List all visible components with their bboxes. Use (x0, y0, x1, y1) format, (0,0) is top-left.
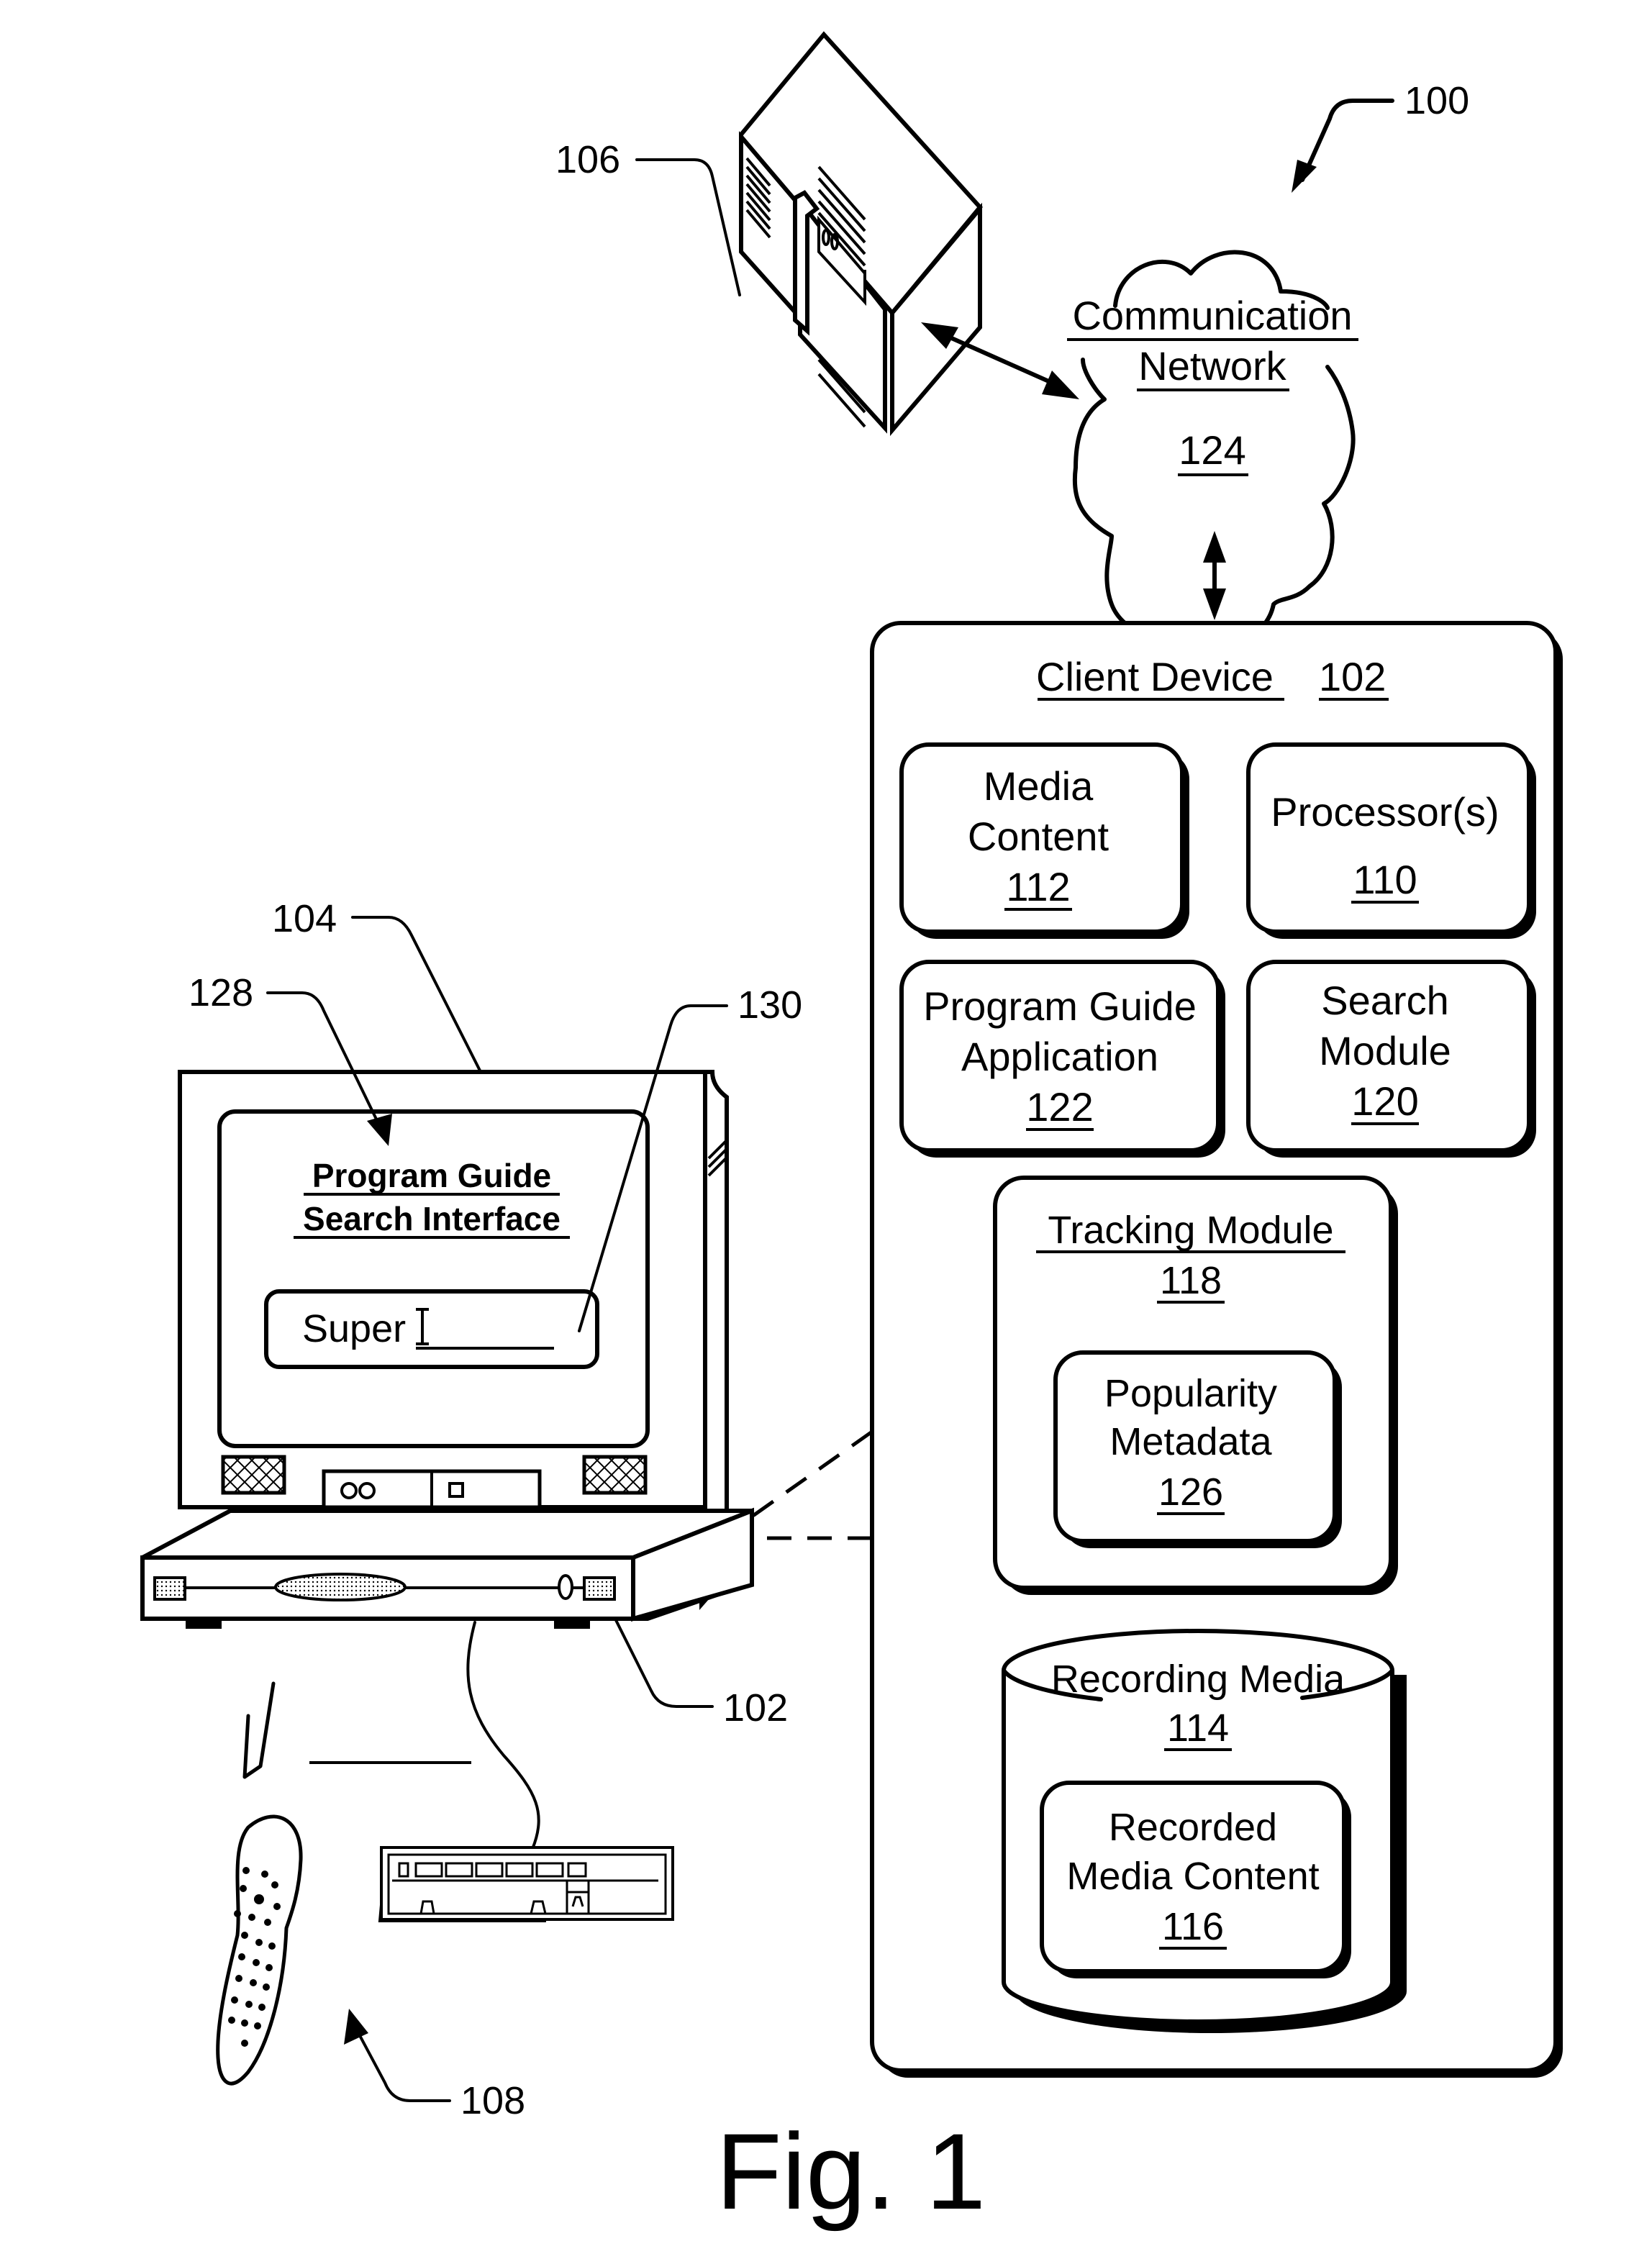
svg-text:Program Guide: Program Guide (923, 983, 1197, 1029)
processor-module: Processor(s) 110 (1246, 742, 1536, 939)
ref-118: 118 (1160, 1259, 1222, 1302)
svg-text:Content: Content (968, 814, 1109, 859)
ref-label-106: 106 (555, 138, 620, 181)
wireless-signal-icon (242, 1681, 276, 1779)
leader-line-102 (614, 1617, 714, 1708)
search-input-value: Super (302, 1307, 406, 1350)
leader-line-108 (355, 2027, 451, 2102)
figure-caption: Fig. 1 (716, 2111, 986, 2232)
set-top-box-icon (140, 1507, 754, 1629)
leader-line-100 (1300, 99, 1394, 182)
keyboard-icon (309, 1761, 674, 1922)
ref-120: 120 (1351, 1078, 1418, 1124)
keyboard-cable (466, 1621, 540, 1850)
network-ref-124: 124 (1179, 427, 1245, 473)
ref-label-102: 102 (723, 1686, 788, 1730)
arrowhead-108 (344, 2009, 368, 2045)
network-label-line2: Network (1138, 343, 1286, 388)
client-device-title: Client Device (1036, 654, 1274, 699)
ref-110: 110 (1353, 857, 1417, 902)
remote-control-icon (216, 1681, 303, 2086)
svg-text:Media: Media (984, 763, 1094, 809)
ref-label-100: 100 (1404, 79, 1469, 122)
leader-line-106 (635, 158, 741, 296)
recording-media-storage: Recording Media 114 Recorded Media Conte… (1002, 1629, 1407, 2033)
ref-116: 116 (1162, 1905, 1224, 1948)
screen-title-line1: Program Guide (312, 1157, 551, 1194)
ref-112: 112 (1006, 864, 1070, 909)
network-label-line1: Communication (1072, 293, 1352, 338)
leader-line-104 (351, 916, 482, 1073)
svg-text:Application: Application (961, 1034, 1158, 1079)
svg-text:Processor(s): Processor(s) (1271, 789, 1499, 835)
ref-label-128: 128 (189, 971, 253, 1014)
ref-122: 122 (1026, 1084, 1093, 1130)
svg-text:Media Content: Media Content (1066, 1855, 1319, 1898)
ref-label-104: 104 (272, 897, 337, 940)
search-input[interactable]: Super (264, 1289, 599, 1369)
ref-126: 126 (1158, 1471, 1223, 1514)
system-reference: 100 (1292, 79, 1469, 193)
ref-114: 114 (1167, 1706, 1229, 1750)
media-content-module: Media Content 112 (899, 742, 1189, 939)
arrowhead-100 (1292, 160, 1317, 193)
search-module: Search Module 120 (1246, 960, 1536, 1158)
patent-figure: 100 106 Communication Network 124 Client… (140, 31, 1563, 2232)
svg-text:Popularity: Popularity (1104, 1372, 1277, 1415)
screen-title-line2: Search Interface (303, 1200, 560, 1237)
client-device-ref-102: 102 (1319, 654, 1386, 699)
ref-label-108: 108 (460, 2079, 525, 2122)
recording-media-title: Recording Media (1051, 1658, 1345, 1701)
recorded-media-content-module: Recorded Media Content 116 (1040, 1781, 1351, 1978)
ref-label-130: 130 (738, 983, 802, 1027)
program-guide-application-module: Program Guide Application 122 (899, 960, 1225, 1158)
svg-text:Recorded: Recorded (1109, 1806, 1277, 1849)
tracking-module: Tracking Module 118 Popularity Metadata … (993, 1176, 1398, 1595)
network-client-connection-arrow (1203, 531, 1226, 620)
server-tower-icon (739, 31, 983, 437)
svg-text:Metadata: Metadata (1109, 1420, 1272, 1463)
popularity-metadata-module: Popularity Metadata 126 (1053, 1350, 1342, 1548)
svg-text:Search: Search (1321, 978, 1448, 1023)
client-device-container: Client Device 102 Media Content 112 Proc… (870, 621, 1563, 2078)
tracking-module-title: Tracking Module (1048, 1209, 1333, 1252)
svg-text:Module: Module (1319, 1028, 1451, 1073)
